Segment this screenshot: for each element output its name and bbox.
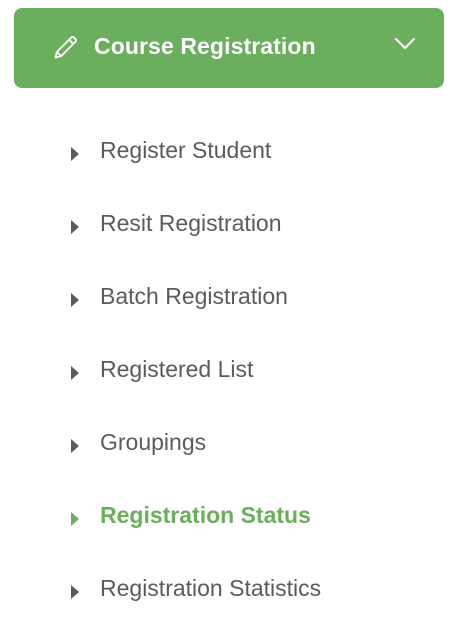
submenu-item-register-student[interactable]: Register Student bbox=[0, 118, 462, 191]
submenu-item-label: Registration Status bbox=[100, 502, 311, 528]
caret-right-icon bbox=[71, 220, 79, 234]
submenu-item-label: Groupings bbox=[100, 429, 207, 455]
submenu-item-batch-registration[interactable]: Batch Registration bbox=[0, 264, 462, 337]
pencil-icon bbox=[54, 36, 77, 59]
submenu-item-groupings[interactable]: Groupings bbox=[0, 410, 462, 483]
menu-title: Course Registration bbox=[94, 33, 316, 59]
submenu-item-label: Resit Registration bbox=[100, 210, 282, 236]
caret-right-icon bbox=[71, 147, 79, 161]
caret-right-icon bbox=[71, 293, 79, 307]
caret-right-icon bbox=[71, 439, 79, 453]
submenu-item-resit-registration[interactable]: Resit Registration bbox=[0, 191, 462, 264]
submenu-item-label: Registration Statistics bbox=[100, 575, 322, 601]
course-registration-submenu: Register Student Resit Registration Batc… bbox=[0, 118, 462, 629]
submenu-item-label: Registered List bbox=[100, 356, 254, 382]
submenu-item-label: Batch Registration bbox=[100, 283, 288, 309]
caret-right-icon bbox=[71, 512, 79, 526]
course-registration-menu-header[interactable]: Course Registration bbox=[14, 8, 444, 88]
submenu-item-label: Register Student bbox=[100, 137, 272, 163]
submenu-item-registration-statistics[interactable]: Registration Statistics bbox=[0, 556, 462, 629]
submenu-item-registered-list[interactable]: Registered List bbox=[0, 337, 462, 410]
caret-right-icon bbox=[71, 585, 79, 599]
submenu-item-registration-status[interactable]: Registration Status bbox=[0, 483, 462, 556]
caret-right-icon bbox=[71, 366, 79, 380]
chevron-down-icon[interactable] bbox=[394, 37, 416, 51]
